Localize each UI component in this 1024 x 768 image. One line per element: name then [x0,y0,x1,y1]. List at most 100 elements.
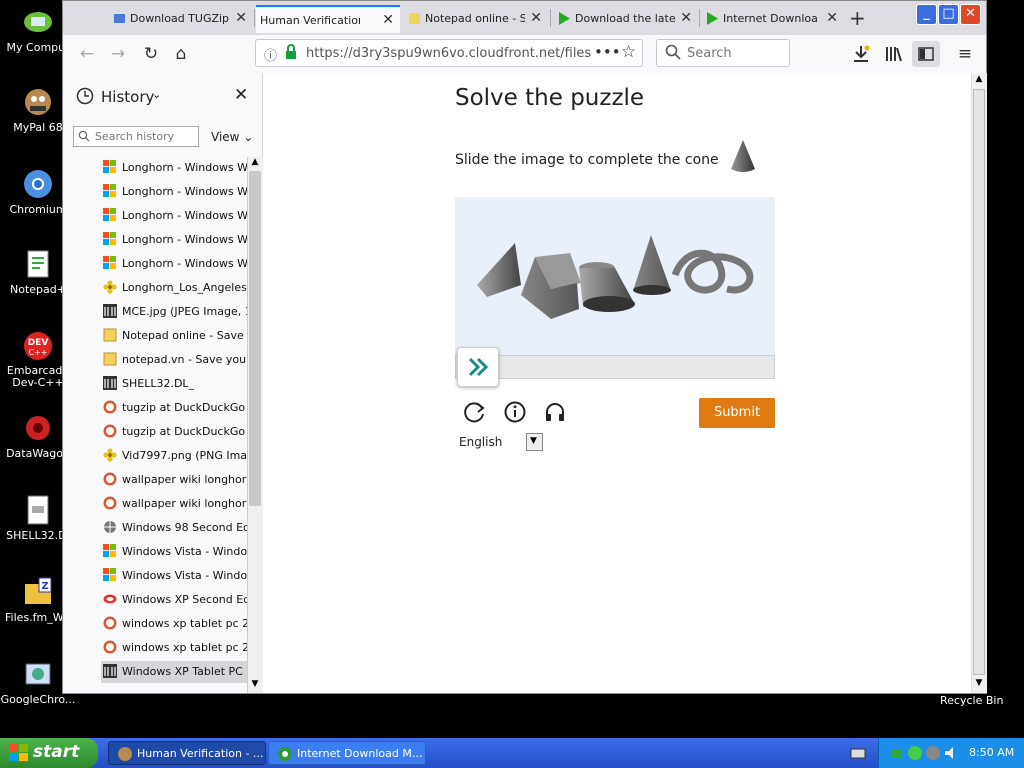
page-actions-icon[interactable]: ••• [594,43,621,61]
scroll-up-icon[interactable]: ▲ [973,74,985,88]
history-item-label: tugzip at DuckDuckGo [122,401,246,414]
search-input[interactable]: Search [656,39,790,67]
scroll-down-icon[interactable]: ▼ [973,678,985,692]
history-item[interactable]: Windows XP Tablet PC Edi [101,661,248,683]
close-window-icon[interactable]: ✕ [960,4,981,25]
slider-handle[interactable] [457,347,499,387]
info-icon[interactable]: ⓘ [264,45,277,64]
recycle-bin-label[interactable]: Recycle Bin [940,694,1003,707]
browser-window: Download TUGZip ✕ Human Verification ✕ N… [62,0,987,694]
history-search-input[interactable]: Search history [73,126,199,147]
volume-icon[interactable] [943,745,959,764]
scroll-up-icon[interactable]: ▲ [249,157,261,171]
system-tray: 8:50 AM [878,738,1024,768]
taskbar-button-human-verification[interactable]: Human Verification - ... [108,741,266,765]
red-oval-icon [103,592,117,606]
history-item[interactable]: Longhorn - Windows Wallp [101,205,248,227]
history-item[interactable]: Windows 98 Second Editic [101,517,248,539]
tab-download-latest[interactable]: Download the late ✕ [553,5,698,33]
page-scroll-thumb[interactable] [973,89,985,675]
language-dropdown[interactable]: ▼ [526,433,543,451]
history-item[interactable]: Vid7997.png (PNG Image, [101,445,248,467]
new-tab-icon[interactable]: + [849,6,866,30]
svg-text:DEV: DEV [28,338,49,348]
duckduckgo-icon [103,616,117,630]
history-item-label: Windows XP Second Editic [122,593,248,606]
taskbar-button-internet-download[interactable]: Internet Download M... [268,741,426,765]
history-item[interactable]: windows xp tablet pc 200 [101,613,248,635]
wiki-icon [103,664,117,678]
url-bar[interactable]: ⓘ https://d3ry3spu9wn6vo.cloudfront.net/… [255,39,643,67]
sidebar-toggle-icon[interactable] [912,41,940,67]
history-item[interactable]: MCE.jpg (JPEG Image, 12 [101,301,248,323]
keyboard-icon[interactable] [850,745,866,764]
sidebar-scrollbar[interactable]: ▲ ▼ [247,157,263,693]
close-sidebar-icon[interactable]: ✕ [234,85,248,105]
back-icon[interactable]: ← [73,41,101,67]
tab-notepad-online[interactable]: Notepad online - S ✕ [403,5,548,33]
audio-headphones-icon[interactable] [543,400,567,427]
clock-icon [76,87,94,108]
view-menu-button[interactable]: View ⌄ [211,130,253,144]
info-icon[interactable] [503,400,527,427]
history-item[interactable]: notepad.vn - Save your n [101,349,248,371]
close-tab-icon[interactable]: ✕ [826,10,838,26]
history-item[interactable]: Longhorn_Los_Angeles_C [101,277,248,299]
nav-bar: ← → ↻ ⌂ ⓘ https://d3ry3spu9wn6vo.cloudfr… [63,35,986,74]
submit-button[interactable]: Submit [699,398,775,428]
minimize-icon[interactable]: _ [916,4,937,25]
security-icon[interactable] [907,745,923,764]
reload-icon[interactable]: ↻ [137,41,165,67]
tab-internet-download[interactable]: Internet Downloa ✕ [701,5,844,33]
history-item-label: Notepad online - Save not [122,329,248,342]
slider-track[interactable] [455,355,775,379]
network-icon[interactable] [889,745,905,764]
downloads-icon[interactable] [847,41,875,67]
close-tab-icon[interactable]: ✕ [680,10,692,26]
history-item-label: Longhorn - Windows Wallp [122,233,248,246]
tab-download-tugzip[interactable]: Download TUGZip ✕ [108,5,253,33]
history-item[interactable]: SHELL32.DL_ [101,373,248,395]
history-item[interactable]: Longhorn - Windows Wallp [101,181,248,203]
library-icon[interactable] [880,41,908,67]
close-tab-icon[interactable]: ✕ [235,10,247,26]
tab-human-verification[interactable]: Human Verification ✕ [256,5,400,33]
history-item[interactable]: Longhorn - Windows Wallp [101,157,248,179]
close-tab-icon[interactable]: ✕ [382,12,394,28]
home-icon[interactable]: ⌂ [167,41,195,67]
scroll-down-icon[interactable]: ▼ [249,679,261,693]
history-item[interactable]: tugzip at DuckDuckGo [101,397,248,419]
refresh-icon[interactable] [461,399,487,428]
menu-icon[interactable]: ≡ [951,41,979,67]
history-item-label: notepad.vn - Save your n [122,353,248,366]
history-item[interactable]: Notepad online - Save not [101,325,248,347]
history-item[interactable]: wallpaper wiki longhorn at [101,493,248,515]
notepad-icon [103,352,117,366]
maximize-icon[interactable]: □ [938,4,959,25]
history-item[interactable]: wallpaper wiki longhorn at [101,469,248,491]
history-item-label: Longhorn - Windows Wallp [122,185,248,198]
close-tab-icon[interactable]: ✕ [530,10,542,26]
history-item[interactable]: Longhorn - Windows Wallp [101,229,248,251]
history-item[interactable]: Windows XP Second Editic [101,589,248,611]
history-item[interactable]: windows xp tablet pc 200 [101,637,248,659]
globe-icon [103,520,117,534]
forward-icon[interactable]: → [104,41,132,67]
my-computer-icon [22,6,54,38]
history-item[interactable]: Windows Vista - Windows [101,541,248,563]
page-scrollbar[interactable]: ▲ ▼ [971,73,987,693]
bookmark-star-icon[interactable]: ☆ [621,42,636,62]
duckduckgo-icon [103,400,117,414]
start-button[interactable]: start [0,738,98,768]
history-item[interactable]: Windows Vista - Windows [101,565,248,587]
lock-icon [284,44,298,63]
shield-icon[interactable] [925,745,941,764]
chevron-down-icon[interactable]: ⌄ [152,88,161,101]
sidebar-scroll-thumb[interactable] [249,171,261,506]
history-item[interactable]: Longhorn - Windows Wallp [101,253,248,275]
history-item[interactable]: tugzip at DuckDuckGo [101,421,248,443]
clock[interactable]: 8:50 AM [969,746,1014,759]
notepad-icon [103,328,117,342]
torus-knot-shape [671,249,754,294]
sidebar-title[interactable]: History [101,88,154,106]
